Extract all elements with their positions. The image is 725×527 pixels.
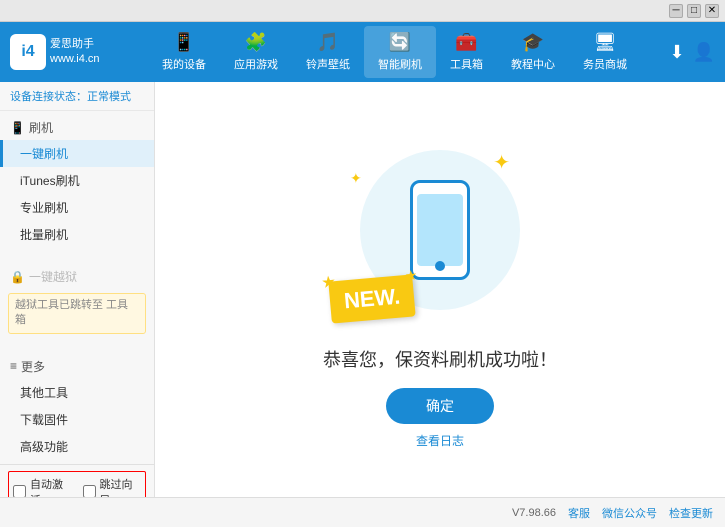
nav-items: 📱 我的设备 🧩 应用游戏 🎵 铃声壁纸 🔄 智能刷机 🧰 工具箱 🎓 教程中心… (120, 26, 670, 78)
header-right: ⬇ 👤 (669, 42, 715, 63)
jailbreak-warning-box: 越狱工具已跳转至 工具箱 (8, 293, 146, 334)
sparkle-1: ✦ (493, 150, 510, 175)
nav-my-device[interactable]: 📱 我的设备 (148, 26, 220, 78)
phone-screen (417, 194, 463, 266)
onekey-flash-label: 一键刷机 (20, 147, 68, 161)
logo: i4 爱思助手 www.i4.cn (10, 34, 100, 70)
status-value: 正常模式 (87, 91, 131, 103)
flash-section-header: 📱 刷机 (0, 115, 154, 140)
auto-activate-label: 自动激活 (30, 476, 71, 497)
logo-icon-text: i4 (21, 43, 34, 61)
ringtone-icon: 🎵 (317, 32, 339, 53)
success-message: 恭喜您，保资料刷机成功啦！ (323, 346, 557, 372)
more-icon: ≡ (10, 359, 17, 373)
wechat-link[interactable]: 微信公众号 (602, 505, 657, 521)
smart-flash-icon: 🔄 (389, 32, 411, 53)
download-button[interactable]: ⬇ (669, 42, 684, 63)
other-tools-label: 其他工具 (20, 386, 68, 400)
my-device-icon: 📱 (173, 32, 195, 53)
flash-section-label: 刷机 (29, 119, 53, 136)
nav-toolbox[interactable]: 🧰 工具箱 (436, 26, 497, 78)
logo-icon: i4 (10, 34, 46, 70)
user-button[interactable]: 👤 (693, 42, 715, 63)
nav-tutorial-label: 教程中心 (511, 56, 555, 72)
checkbox-row-highlight: 自动激活 跳过向导 (8, 471, 146, 497)
phone-home-button (435, 261, 445, 271)
sidebar-item-itunes-flash[interactable]: iTunes刷机 (0, 167, 154, 194)
success-illustration: ✦ ✦ NEW. (340, 130, 540, 330)
nav-service[interactable]: 🖥 务员商城 (569, 26, 641, 78)
window-bar: ─ □ ✕ (0, 0, 725, 22)
bottom-right: V7.98.66 客服 微信公众号 检查更新 (512, 505, 713, 521)
nav-smart-flash[interactable]: 🔄 智能刷机 (364, 26, 436, 78)
sidebar-section-flash: 📱 刷机 一键刷机 iTunes刷机 专业刷机 批量刷机 (0, 111, 154, 252)
toolbox-icon: 🧰 (455, 32, 477, 53)
nav-app-games-label: 应用游戏 (234, 56, 278, 72)
logo-line2: www.i4.cn (50, 52, 100, 67)
logo-line1: 爱思助手 (50, 37, 100, 52)
tutorial-icon: 🎓 (522, 32, 544, 53)
pro-flash-label: 专业刷机 (20, 201, 68, 215)
bottom-bar: V7.98.66 客服 微信公众号 检查更新 (0, 497, 725, 527)
header: i4 爱思助手 www.i4.cn 📱 我的设备 🧩 应用游戏 🎵 铃声壁纸 🔄… (0, 22, 725, 82)
minimize-button[interactable]: ─ (669, 4, 683, 18)
logo-text: 爱思助手 www.i4.cn (50, 37, 100, 68)
download-firmware-label: 下载固件 (20, 413, 68, 427)
sidebar-item-other-tools[interactable]: 其他工具 (0, 379, 154, 406)
confirm-button[interactable]: 确定 (386, 388, 494, 424)
nav-ringtone[interactable]: 🎵 铃声壁纸 (292, 26, 364, 78)
main-container: 设备连接状态：正常模式 📱 刷机 一键刷机 iTunes刷机 专业刷机 批量刷机 (0, 82, 725, 497)
nav-service-label: 务员商城 (583, 56, 627, 72)
advanced-label: 高级功能 (20, 440, 68, 454)
nav-my-device-label: 我的设备 (162, 56, 206, 72)
service-icon: 🖥 (594, 32, 617, 53)
check-update-link[interactable]: 检查更新 (669, 505, 713, 521)
sidebar-item-advanced[interactable]: 高级功能 (0, 433, 154, 460)
close-button[interactable]: ✕ (705, 4, 719, 18)
jailbreak-section-header: 🔒 一键越狱 (0, 264, 154, 289)
guide-checkbox[interactable] (83, 485, 96, 497)
guide-label: 跳过向导 (100, 476, 141, 497)
log-link[interactable]: 查看日志 (416, 432, 464, 449)
sidebar-item-pro-flash[interactable]: 专业刷机 (0, 194, 154, 221)
sidebar: 设备连接状态：正常模式 📱 刷机 一键刷机 iTunes刷机 专业刷机 批量刷机 (0, 82, 155, 497)
more-section-header: ≡ 更多 (0, 354, 154, 379)
sparkle-2: ✦ (350, 170, 362, 187)
app-games-icon: 🧩 (245, 32, 267, 53)
new-badge-text: NEW. (343, 284, 401, 314)
content-area: ✦ ✦ NEW. 恭喜您，保资料刷机成功啦！ 确定 查看日志 (155, 82, 725, 497)
nav-smart-flash-label: 智能刷机 (378, 56, 422, 72)
new-badge: NEW. (328, 274, 416, 323)
customer-service-link[interactable]: 客服 (568, 505, 590, 521)
nav-ringtone-label: 铃声壁纸 (306, 56, 350, 72)
version-label: V7.98.66 (512, 507, 556, 519)
auto-activate-checkbox[interactable] (13, 485, 26, 497)
batch-flash-label: 批量刷机 (20, 228, 68, 242)
sidebar-bottom: 自动激活 跳过向导 📱 iPhone 15 Pro Max 512GB iPho… (0, 464, 154, 497)
status-label: 设备连接状态： (10, 91, 87, 103)
more-section-label: 更多 (21, 358, 45, 375)
maximize-button[interactable]: □ (687, 4, 701, 18)
nav-tutorial[interactable]: 🎓 教程中心 (497, 26, 569, 78)
jailbreak-warning-text: 越狱工具已跳转至 工具箱 (15, 299, 128, 326)
jailbreak-lock-icon: 🔒 (10, 270, 25, 284)
sidebar-item-download-firmware[interactable]: 下载固件 (0, 406, 154, 433)
jailbreak-section-label: 一键越狱 (29, 268, 77, 285)
flash-section-icon: 📱 (10, 121, 25, 135)
itunes-flash-label: iTunes刷机 (20, 174, 80, 188)
sidebar-section-jailbreak: 🔒 一键越狱 越狱工具已跳转至 工具箱 (0, 260, 154, 342)
sidebar-item-batch-flash[interactable]: 批量刷机 (0, 221, 154, 248)
nav-app-games[interactable]: 🧩 应用游戏 (220, 26, 292, 78)
sidebar-status: 设备连接状态：正常模式 (0, 82, 154, 111)
sidebar-section-more: ≡ 更多 其他工具 下载固件 高级功能 (0, 350, 154, 464)
phone-shape (410, 180, 470, 280)
nav-toolbox-label: 工具箱 (450, 56, 483, 72)
sidebar-item-onekey-flash[interactable]: 一键刷机 (0, 140, 154, 167)
